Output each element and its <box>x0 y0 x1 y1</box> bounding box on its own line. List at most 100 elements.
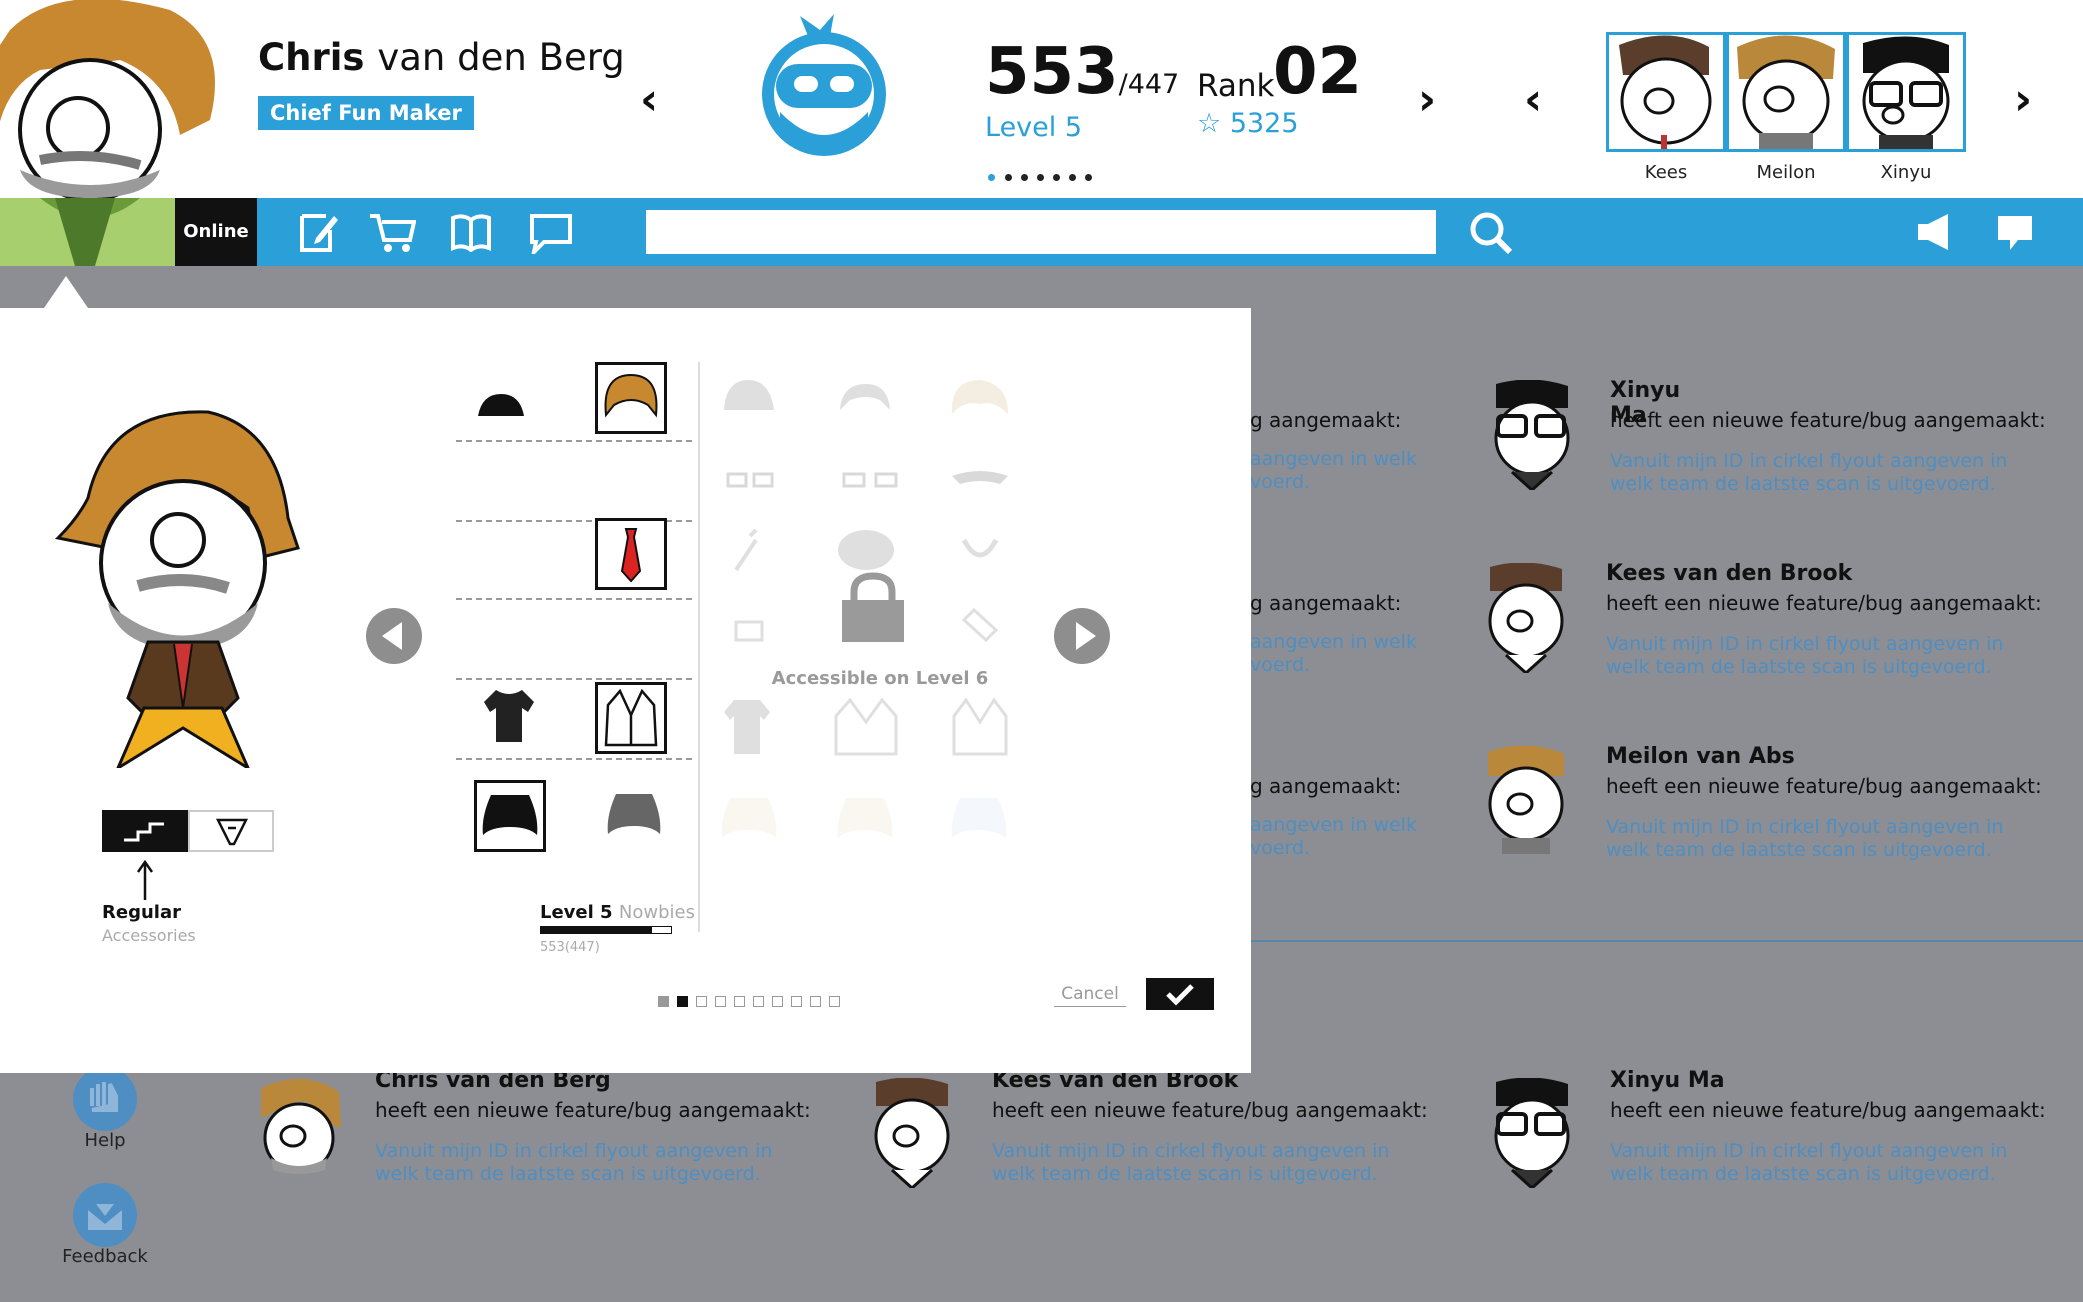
points-next: /447 <box>1118 69 1180 100</box>
row-divider <box>456 440 692 442</box>
arrow-up-icon <box>136 860 154 900</box>
user-role-badge: Chief Fun Maker <box>258 96 474 130</box>
feed-body: Vanuit mijn ID in cirkel flyout aangeven… <box>1606 633 2004 678</box>
friend-name: Meilon <box>1756 162 1816 183</box>
friends-prev-icon[interactable]: ‹ <box>1524 78 1542 122</box>
friend-face <box>1737 35 1835 149</box>
skirt-option-selected[interactable] <box>474 780 546 852</box>
megaphone-icon[interactable] <box>1916 212 1952 252</box>
help-icon[interactable] <box>72 1066 138 1132</box>
pager-square[interactable] <box>658 996 669 1007</box>
level-group: Nowbies <box>618 902 695 923</box>
pager-dot[interactable] <box>1005 174 1012 181</box>
friend-face <box>1619 35 1712 149</box>
feed-avatar <box>1488 563 1564 673</box>
mode-sublabel: Accessories <box>102 926 196 945</box>
feedback-icon[interactable] <box>72 1182 138 1248</box>
cancel-button[interactable]: Cancel <box>1054 984 1126 1007</box>
feed-author: Kees van den Brook <box>1606 561 1853 586</box>
prev-page-button[interactable] <box>366 608 422 664</box>
mode-label: Regular <box>102 902 181 923</box>
locked-message: Accessible on Level 6 <box>771 668 989 689</box>
feedback-label[interactable]: Feedback <box>50 1246 160 1267</box>
feed-avatar <box>1494 1078 1570 1188</box>
pager-square-active[interactable] <box>677 996 688 1007</box>
mode-funnel-button[interactable] <box>188 810 274 852</box>
checkmark-icon <box>1166 984 1194 1006</box>
pager-dot[interactable] <box>1037 174 1044 181</box>
feed-body: Vanuit mijn ID in cirkel flyout aangeven… <box>992 1140 1390 1185</box>
avatar-preview <box>54 410 300 768</box>
help-label[interactable]: Help <box>60 1130 150 1151</box>
user-first-name: Chris <box>258 36 365 79</box>
level-progress-label: Level 5 Nowbies <box>540 902 695 923</box>
coat-icon <box>604 688 658 747</box>
friends-next-icon[interactable]: › <box>2014 78 2032 122</box>
chevron-right-icon[interactable]: › <box>1418 78 1436 122</box>
triangle-left-icon <box>382 622 402 650</box>
chevron-left-icon[interactable]: ‹ <box>640 78 658 122</box>
pager-square[interactable] <box>734 996 745 1007</box>
pager-dot[interactable] <box>1069 174 1076 181</box>
column-divider <box>698 362 700 932</box>
book-icon[interactable] <box>449 212 493 252</box>
pager-dot[interactable] <box>1085 174 1092 181</box>
rank-value: 02 <box>1273 35 1363 109</box>
tie-option-selected[interactable] <box>595 518 667 590</box>
pager-square[interactable] <box>753 996 764 1007</box>
pager-square[interactable] <box>829 996 840 1007</box>
feed-action-fragment: g aangemaakt: <box>1250 591 1402 615</box>
user-last-name: van den Berg <box>377 36 625 79</box>
pager-square[interactable] <box>810 996 821 1007</box>
feed-action-fragment: g aangemaakt: <box>1250 408 1402 432</box>
pager-square[interactable] <box>791 996 802 1007</box>
friend-name: Kees <box>1644 162 1688 183</box>
funnel-icon <box>215 818 249 846</box>
pager-square[interactable] <box>715 996 726 1007</box>
hair-option-selected[interactable] <box>595 362 667 434</box>
pager-dot[interactable] <box>1021 174 1028 181</box>
feed-body-fragment: aangeven in welk voerd. <box>1250 448 1417 493</box>
confirm-button[interactable] <box>1146 978 1214 1010</box>
feed-avatar <box>874 1078 950 1188</box>
avatar-body-icon <box>40 198 140 266</box>
next-page-button[interactable] <box>1054 608 1110 664</box>
friend-avatar-meilon[interactable] <box>1726 32 1846 152</box>
friend-name: Xinyu <box>1880 162 1932 183</box>
message-icon[interactable] <box>1996 214 2034 252</box>
stairs-icon <box>124 822 164 842</box>
friend-face <box>1862 36 1950 149</box>
feed-action: heeft een nieuwe feature/bug aangemaakt: <box>1606 591 2042 615</box>
search-icon[interactable] <box>1468 210 1514 256</box>
feed-author: Xinyu Ma <box>1610 1068 1725 1093</box>
mode-regular-button[interactable] <box>102 810 188 852</box>
pager-square[interactable] <box>696 996 707 1007</box>
pager-dot[interactable] <box>1053 174 1060 181</box>
feed-body-fragment: aangeven in welk voerd. <box>1250 631 1417 676</box>
pager-square[interactable] <box>772 996 783 1007</box>
feed-action: heeft een nieuwe feature/bug aangemaakt: <box>375 1098 811 1122</box>
level-progress-bar <box>540 926 672 934</box>
friend-avatar-kees[interactable] <box>1606 32 1726 152</box>
star-icon: ☆ <box>1197 108 1222 139</box>
row-divider <box>456 598 692 600</box>
feed-author: Meilon van Abs <box>1606 744 1795 769</box>
skirt-icon <box>482 795 538 835</box>
cart-icon[interactable] <box>368 210 416 254</box>
profile-avatar[interactable] <box>0 0 235 198</box>
skirt-grey-icon[interactable] <box>604 790 664 840</box>
tie-icon <box>620 528 642 583</box>
edit-icon[interactable] <box>298 210 338 254</box>
chat-icon[interactable] <box>528 212 574 254</box>
coat-option-selected[interactable] <box>595 682 667 754</box>
friend-avatar-xinyu[interactable] <box>1846 32 1966 152</box>
hair-short-icon[interactable] <box>476 392 526 420</box>
rank-label: Rank <box>1197 68 1275 104</box>
row-divider <box>456 678 692 680</box>
feed-avatar <box>1494 380 1570 490</box>
feed-action-fragment: g aangemaakt: <box>1250 774 1402 798</box>
feed-body: Vanuit mijn ID in cirkel flyout aangeven… <box>1610 1140 2008 1185</box>
search-input[interactable] <box>646 210 1436 254</box>
pager-dot-active[interactable] <box>988 174 995 181</box>
tshirt-icon[interactable] <box>480 686 538 746</box>
